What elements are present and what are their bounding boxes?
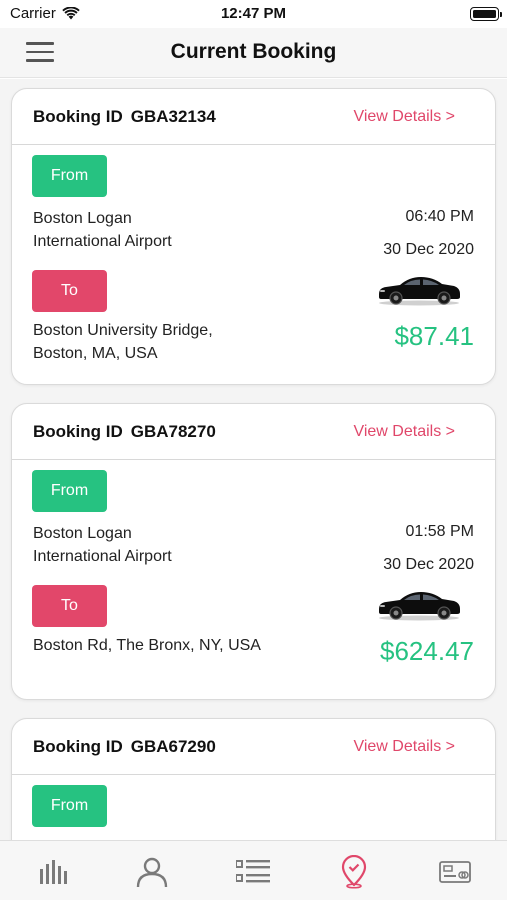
from-address: Boston Logan International Airport [33, 522, 172, 568]
app-header: Current Booking [0, 28, 507, 78]
car-icon [379, 592, 460, 621]
bar-chart-icon[interactable] [35, 855, 69, 889]
pickup-date: 30 Dec 2020 [383, 241, 474, 258]
booking-price: $87.41 [394, 321, 474, 351]
booking-id-label: Booking ID [33, 422, 123, 441]
view-details-link[interactable]: View Details > [353, 108, 455, 126]
location-pin-icon[interactable] [337, 855, 371, 889]
pickup-time: 06:40 PM [405, 208, 474, 225]
car-icon [379, 277, 460, 306]
view-details-link[interactable]: View Details > [353, 423, 455, 441]
to-address: Boston Rd, The Bronx, NY, USA [33, 634, 261, 657]
booking-list[interactable]: Booking ID GBA32134 View Details > From B… [0, 79, 507, 840]
booking-price: $624.47 [380, 636, 474, 666]
booking-card-header: Booking ID GBA78270 View Details > [12, 404, 495, 460]
status-bar: Carrier 12:47 PM [0, 0, 507, 28]
user-icon[interactable] [135, 855, 169, 889]
from-address-line1: Boston Logan [33, 210, 132, 227]
booking-id-label: Booking ID [33, 107, 123, 126]
card-icon[interactable] [438, 855, 472, 889]
to-address-line1: Boston University Bridge, [33, 322, 213, 339]
to-address: Boston University Bridge, Boston, MA, US… [33, 319, 213, 365]
to-badge: To [32, 270, 107, 312]
from-badge: From [32, 470, 107, 512]
booking-id-value: GBA67290 [130, 737, 216, 756]
booking-card-header: Booking ID GBA32134 View Details > [12, 89, 495, 145]
booking-card-header: Booking ID GBA67290 View Details > [12, 719, 495, 775]
view-details-link[interactable]: View Details > [353, 738, 455, 756]
status-time: 12:47 PM [220, 5, 287, 22]
from-address: Boston Logan International Airport [33, 207, 172, 253]
booking-id: Booking ID GBA67290 [33, 737, 216, 757]
battery-icon [470, 7, 502, 21]
from-address-line2: International Airport [33, 548, 172, 565]
booking-id: Booking ID GBA78270 [33, 422, 216, 442]
from-address-line1: Boston Logan [33, 525, 132, 542]
booking-card: Booking ID GBA67290 View Details > From [11, 718, 496, 840]
list-icon[interactable] [236, 855, 270, 889]
booking-id: Booking ID GBA32134 [33, 107, 216, 127]
to-address-line2: Boston, MA, USA [33, 345, 158, 362]
pickup-date: 30 Dec 2020 [383, 556, 474, 573]
to-address-line1: Boston Rd, The Bronx, NY, USA [33, 637, 261, 654]
booking-id-value: GBA78270 [130, 422, 216, 441]
booking-id-value: GBA32134 [130, 107, 216, 126]
bottom-tab-bar [0, 840, 507, 900]
page-title: Current Booking [170, 40, 337, 63]
booking-card: Booking ID GBA78270 View Details > From B… [11, 403, 496, 700]
to-badge: To [32, 585, 107, 627]
booking-id-label: Booking ID [33, 737, 123, 756]
booking-card: Booking ID GBA32134 View Details > From B… [11, 88, 496, 385]
from-badge: From [32, 785, 107, 827]
from-address-line2: International Airport [33, 233, 172, 250]
from-badge: From [32, 155, 107, 197]
pickup-time: 01:58 PM [405, 523, 474, 540]
